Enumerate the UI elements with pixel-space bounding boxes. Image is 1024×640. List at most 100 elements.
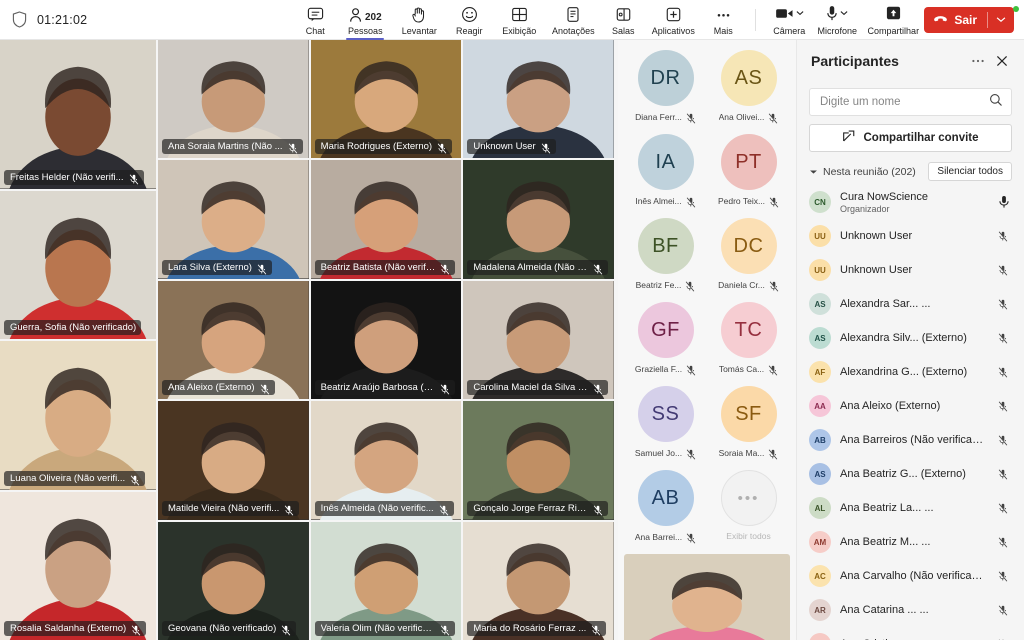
video-tile-namebar: Rosalia Saldanha (Externo) [4,621,147,636]
video-tile[interactable]: Inês Almeida (Não verific... [310,401,462,520]
video-tile[interactable]: Ana Soraia Martins (Não ... [158,40,309,159]
video-tile[interactable]: Freitas Helder (Não verifi... [0,40,156,189]
video-tile[interactable]: Beatriz Araújo Barbosa (E... [310,280,462,400]
participant-row[interactable]: CN Cura NowScience Organizador [809,185,1012,219]
video-tile[interactable]: Lara Silva (Externo) [158,160,309,279]
avatar: IA [637,134,694,190]
mute-all-button[interactable]: Silenciar todos [928,162,1012,181]
video-tile[interactable]: Carolina Maciel da Silva F... [463,280,614,400]
avatar: TC [720,302,777,358]
avatar-label: Tomás Ca... [719,363,778,376]
participant-row[interactable]: AS Alexandra Sar... ... [809,287,1012,321]
toolbar-view[interactable]: Exibição [493,2,545,38]
meeting-timer: 01:21:02 [37,12,88,27]
toolbar-share[interactable]: Compartilhar [862,4,924,36]
avatar-cell[interactable]: DR Diana Ferr... [624,50,707,124]
participant-mic[interactable] [996,263,1012,277]
participant-mic[interactable] [996,535,1012,549]
close-icon[interactable] [990,49,1014,73]
participant-mic[interactable] [996,603,1012,617]
video-tile[interactable]: Beatriz Batista (Não verifi... [310,160,462,279]
avatar-label: Ana Barrei... [635,531,696,544]
avatar-cell[interactable]: ••• Exibir todos [707,470,790,542]
avatar-cell[interactable]: AB Ana Barrei... [624,470,707,544]
avatar: BF [637,218,694,274]
participant-mic[interactable] [996,331,1012,345]
toolbar-react[interactable]: Reagir [447,2,491,38]
participant-row[interactable]: AS Alexandra Silv... (Externo) [809,321,1012,355]
participant-row[interactable]: AM Ana Beatriz M... ... [809,525,1012,559]
participant-row[interactable]: AAAna Cristina ... [809,627,1012,640]
participant-row[interactable]: AF Alexandrina G... (Externo) [809,355,1012,389]
participant-mic[interactable] [996,365,1012,379]
video-tile[interactable]: Ana Aleixo (Externo) [158,280,309,400]
participant-row[interactable]: UU Unknown User [809,219,1012,253]
participant-avatar: AA [809,633,831,640]
participant-row[interactable]: AA Ana Aleixo (Externo) [809,389,1012,423]
more-options-icon[interactable] [966,49,990,73]
video-tile[interactable]: Gonçalo Jorge Ferraz Rib... [463,401,614,520]
participant-row[interactable]: AS Ana Beatriz G... (Externo) [809,457,1012,491]
video-tile[interactable]: Maria Rodrigues (Externo) [310,40,462,159]
participant-mic[interactable] [996,399,1012,413]
toolbar-raise-hand[interactable]: Levantar [393,2,445,38]
participant-info: Ana Beatriz M... ... [840,536,987,548]
video-tile[interactable]: Guerra, Sofia (Não verificado) [0,190,156,339]
avatar-cell[interactable]: TC Tomás Ca... [707,302,790,376]
leave-button[interactable]: Sair [924,6,1014,33]
mic-off-indicator [260,382,270,395]
avatar-cell[interactable]: DC Daniela Cr... [707,218,790,292]
participant-mic[interactable] [996,297,1012,311]
video-tile[interactable]: Rosalia Saldanha (Externo) [0,491,156,640]
toolbar-apps[interactable]: Aplicativos [647,2,699,38]
video-tile[interactable]: Matilde Vieira (Não verifi... [158,401,309,520]
toolbar-actions: Chat 202 Pessoas Levantar Reagir Exibiçã… [293,2,924,40]
video-tile[interactable]: Geovana (Não verificado) [158,521,309,640]
avatar-cell[interactable]: AS Ana Olivei... [707,50,790,124]
avatar-name: Inês Almei... [635,195,682,206]
share-invite-button[interactable]: Compartilhar convite [809,124,1012,152]
toolbar-more[interactable]: Mais [701,2,745,38]
leave-main[interactable]: Sair [924,7,987,33]
toolbar-microphone[interactable]: Microfone [814,4,860,36]
avatar-cell[interactable]: GF Graziella F... [624,302,707,376]
avatar-cell[interactable]: SS Samuel Jo... [624,386,707,460]
video-tile-namebar: Beatriz Batista (Não verifi... [314,259,456,275]
avatar-cell[interactable]: IA Inês Almei... [624,134,707,208]
show-all-avatar[interactable]: ••• [720,470,777,526]
participant-row[interactable]: UU Unknown User [809,253,1012,287]
toolbar-notes[interactable]: Anotações [547,2,599,38]
participant-row[interactable]: AR Ana Catarina ... ... [809,593,1012,627]
participant-mic[interactable] [996,229,1012,243]
participant-mic[interactable] [996,501,1012,515]
chevron-down-icon[interactable] [809,169,818,175]
avatar-panel-video-tile[interactable] [624,554,790,640]
participant-search[interactable] [809,88,1012,116]
participant-row[interactable]: AL Ana Beatriz La... ... [809,491,1012,525]
avatar-cell[interactable]: SF Soraia Ma... [707,386,790,460]
mic-off-icon [998,299,1008,310]
toolbar-people[interactable]: 202 Pessoas [339,2,391,40]
video-tile[interactable]: Valeria Olim (Não verifica... [310,521,462,640]
participant-mic[interactable] [996,467,1012,481]
avatar-name: Ana Olivei... [718,111,765,122]
participants-list[interactable]: CN Cura NowScience Organizador UU Unknown Us… [797,181,1024,640]
mic-off-indicator [440,262,450,275]
video-tile[interactable]: Unknown User [463,40,614,159]
notes-icon [565,4,581,23]
toolbar-chat[interactable]: Chat [293,2,337,38]
avatar-cell[interactable]: BF Beatriz Fe... [624,218,707,292]
toolbar-camera[interactable]: Câmera [766,4,812,36]
avatar-cell[interactable]: PT Pedro Teix... [707,134,790,208]
participant-row[interactable]: AC Ana Carvalho (Não verificado) [809,559,1012,593]
video-tile[interactable]: Maria do Rosário Ferraz ... [463,521,614,640]
toolbar-rooms[interactable]: Salas [601,2,645,38]
video-tile[interactable]: Luana Oliveira (Não verifi... [0,341,156,490]
participant-mic[interactable] [996,569,1012,583]
search-input[interactable] [820,96,989,108]
leave-chevron-down-icon[interactable] [988,7,1014,33]
participant-mic[interactable] [996,433,1012,447]
participant-row[interactable]: AB Ana Barreiros (Não verificado) [809,423,1012,457]
participant-mic[interactable] [996,195,1012,209]
video-tile[interactable]: Madalena Almeida (Não v... [463,160,614,279]
